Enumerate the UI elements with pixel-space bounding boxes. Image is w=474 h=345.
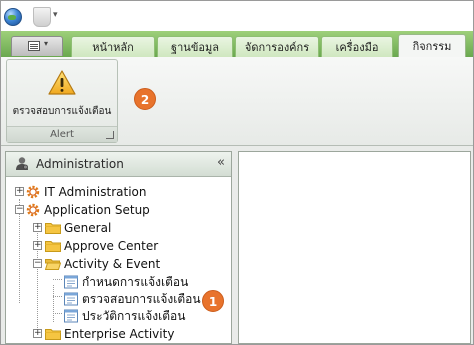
folder-open-icon [45,259,61,270]
tree-node-enterprise-activity[interactable]: + Enterprise Activity [6,325,226,343]
ribbon-tab-bar: ▾ หน้าหลัก ฐานข้อมูล จัดการองค์กร เครื่อ… [1,31,473,58]
tree-node-label: Application Setup [44,203,150,217]
folder-icon [45,223,61,234]
form-icon [64,309,78,323]
collapse-icon[interactable]: − [33,259,42,268]
tab-home[interactable]: หน้าหลัก [71,36,155,57]
warning-icon [48,70,76,95]
collapse-panel-button[interactable]: « [217,152,225,174]
tree-node-label: IT Administration [44,185,147,199]
tree-node-activity-event[interactable]: − Activity & Event [6,255,226,273]
tree-node-alert-check[interactable]: ตรวจสอบการแจ้งเตือน [6,290,226,308]
gear-icon [26,203,40,217]
tree-node-alert-config[interactable]: กำหนดการแจ้งเตือน [6,273,226,291]
navigation-panel: Administration « + IT Administration − A… [5,151,232,344]
expand-icon[interactable]: + [33,329,42,338]
tab-tools[interactable]: เครื่องมือ [321,36,393,57]
tab-organization[interactable]: จัดการองค์กร [235,36,319,57]
admin-icon [16,157,28,170]
collapse-icon[interactable]: − [15,205,24,214]
quick-access-toolbar: ▾ [1,1,473,31]
tree-node-label: Approve Center [64,239,159,253]
tree-node-it-administration[interactable]: + IT Administration [6,183,226,201]
main-content-panel [238,151,471,344]
tree-node-alert-history[interactable]: ประวัติการแจ้งเตือน [6,307,226,325]
panel-title: Administration [36,157,124,171]
gear-icon [26,185,40,199]
ribbon-panel: ตรวจสอบการแจ้งเตือน Alert 2 [1,57,473,146]
expand-icon[interactable]: + [33,241,42,250]
folder-icon [45,241,61,252]
quick-access-dropdown-icon[interactable]: ▾ [53,7,58,23]
step-badge-2: 2 [134,88,156,110]
expand-icon[interactable]: + [33,223,42,232]
globe-icon[interactable] [4,8,22,26]
tree-node-label: Enterprise Activity [64,327,175,341]
tree-node-label: Activity & Event [64,257,161,271]
chevron-down-icon: ▾ [44,39,49,48]
tree-node-label: ตรวจสอบการแจ้งเตือน [82,292,201,306]
group-label-text: Alert [50,129,74,140]
app-window: ▾ ▾ หน้าหลัก ฐานข้อมูล จัดการองค์กร เครื… [0,0,474,345]
form-icon [64,292,78,306]
tree-node-label: General [64,221,112,235]
panel-header: Administration « [6,152,231,177]
tree-node-application-setup[interactable]: − Application Setup [6,201,226,219]
group-label-alert: Alert [7,126,117,142]
tree-node-label: กำหนดการแจ้งเตือน [82,275,189,289]
check-alert-button[interactable]: ตรวจสอบการแจ้งเตือน [10,64,114,124]
folder-icon [45,329,61,340]
tree-node-label: ประวัติการแจ้งเตือน [82,309,186,323]
tree-node-approve-center[interactable]: + Approve Center [6,237,226,255]
check-alert-label: ตรวจสอบการแจ้งเตือน [12,106,112,117]
workspace: Administration « + IT Administration − A… [1,146,473,344]
tab-database[interactable]: ฐานข้อมูล [157,36,233,57]
dialog-launcher-icon[interactable] [106,131,114,139]
quick-access-button[interactable] [33,7,51,27]
tab-activity[interactable]: กิจกรรม [398,34,466,58]
expand-icon[interactable]: + [15,187,24,196]
alert-group: ตรวจสอบการแจ้งเตือน Alert [6,59,118,143]
step-badge-1: 1 [202,290,224,312]
application-menu-button[interactable]: ▾ [11,36,63,56]
form-icon [64,275,78,289]
tree-node-general[interactable]: + General [6,219,226,237]
document-icon [28,41,40,51]
